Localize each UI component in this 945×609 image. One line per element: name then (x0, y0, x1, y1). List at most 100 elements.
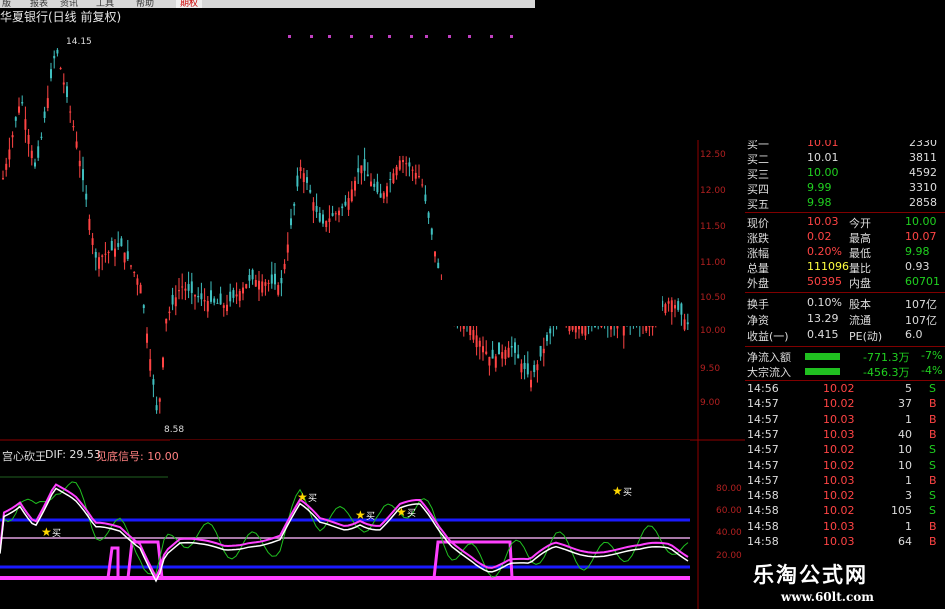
quote-cell: 10.03 (823, 519, 855, 533)
quote-cell: B (929, 412, 937, 426)
quote-cell: 10 (898, 458, 912, 472)
quote-row: 涨幅 0.20% 最低 9.98 (745, 245, 945, 260)
buy-star-icon: ★ (297, 490, 308, 504)
candle-body (616, 326, 619, 329)
candle-body (46, 98, 49, 108)
candle-body (309, 189, 312, 193)
quote-cell: B (929, 473, 937, 487)
candle-body (200, 293, 203, 300)
candle-body (434, 251, 436, 257)
candle-body (514, 342, 516, 353)
candle-body (501, 352, 504, 359)
menu-item[interactable]: 版 (2, 0, 11, 8)
quote-cell: 14:57 (747, 397, 779, 411)
menu-item[interactable]: 帮助 (136, 0, 154, 8)
candle-body (270, 274, 273, 284)
candle-body (62, 82, 65, 85)
tick-row: 14:57 10.03 1 B (745, 413, 945, 428)
menu-item[interactable]: 工具 (96, 0, 114, 8)
redaction-box (170, 440, 690, 476)
watermark: 乐淘公式网 www.60lt.com (745, 557, 945, 609)
candle-body (56, 49, 59, 54)
candle-body (341, 206, 344, 209)
menu-item[interactable]: 报表 (30, 0, 48, 8)
quote-cell: 107亿 (905, 298, 937, 311)
buy-star-icon: ★ (41, 525, 52, 539)
candle-body (594, 325, 596, 327)
tick-row: 14:57 10.02 10 S (745, 443, 945, 458)
quote-cell: 3 (905, 489, 912, 503)
candle-body (680, 303, 683, 315)
menu-item-active[interactable]: 期权 (176, 0, 203, 8)
buy-label: 买 (366, 511, 375, 522)
quote-cell: 最低 (849, 247, 871, 260)
candle-body (670, 300, 673, 312)
candle-body (418, 176, 420, 178)
quote-cell: 60701 (905, 275, 940, 288)
candle-body (152, 379, 155, 385)
menu-bar[interactable]: 版 报表 资讯 工具 帮助 期权 (0, 0, 535, 8)
quote-cell: 量比 (849, 262, 871, 275)
tick-row: 14:58 10.02 3 S (745, 489, 945, 504)
candle-body (312, 202, 315, 211)
candle-body (8, 149, 11, 160)
quote-cell: 10.07 (905, 230, 937, 243)
quote-cell: 0.20% (807, 245, 842, 258)
quote-cell: -7% (921, 349, 943, 362)
candle-body (171, 294, 174, 305)
quote-cell: 净流入额 (747, 351, 791, 364)
buy-label: 买 (407, 508, 416, 519)
candle-body (542, 348, 545, 354)
candle-body (398, 160, 401, 170)
candle-body (610, 326, 612, 330)
candle-body (546, 334, 548, 342)
quote-cell: 10.02 (823, 489, 855, 503)
quote-cell: 内盘 (849, 277, 871, 290)
candle-body (142, 305, 145, 309)
candle-body (331, 213, 334, 216)
signal-dot (288, 35, 291, 38)
candle-body (622, 326, 625, 336)
menu-item[interactable]: 资讯 (60, 0, 78, 8)
stat-row: 换手 0.10% 股本 107亿 (745, 296, 945, 311)
candle-body (578, 325, 580, 330)
quote-cell: B (929, 397, 937, 411)
candle-body (411, 169, 414, 171)
candle-body (370, 181, 372, 186)
candle-body (299, 167, 302, 172)
quote-cell: 14:57 (747, 427, 779, 441)
quote-cell: 2330 (909, 140, 937, 149)
bid-row: 买一 10.01 2330 (745, 140, 945, 151)
candle-body (75, 141, 78, 148)
candle-body (197, 295, 200, 298)
quote-cell: -456.3万 (863, 366, 910, 379)
candle-body (110, 240, 113, 251)
candle-body (517, 354, 520, 359)
quote-cell: 0.415 (807, 328, 839, 341)
candle-body (366, 174, 369, 177)
quote-cell: 10.02 (823, 397, 855, 411)
quote-row: 外盘 50395 内盘 60701 (745, 275, 945, 290)
price-axis-label: 11.00 (700, 258, 726, 268)
flow-row: 大宗流入 -456.3万 -4% (745, 364, 945, 379)
candle-body (581, 326, 584, 334)
candle-body (421, 184, 424, 186)
indicator-dif: DIF: 29.53 (45, 448, 101, 461)
candle-body (424, 194, 427, 202)
candle-body (677, 301, 680, 310)
candle-body (414, 172, 417, 179)
quote-cell: 13.29 (807, 312, 839, 325)
quote-cell: 买五 (747, 198, 769, 211)
quote-cell: 现价 (747, 217, 769, 230)
candle-body (600, 326, 603, 327)
quote-cell: 10.03 (823, 473, 855, 487)
candle-body (382, 192, 385, 199)
candle-body (354, 180, 356, 191)
candle-body (107, 252, 110, 254)
candle-body (229, 291, 232, 302)
quote-cell: 14:57 (747, 458, 779, 472)
indicator-name: 宫心砍王 (2, 450, 46, 463)
quote-cell: S (929, 504, 936, 518)
quote-cell: 37 (898, 397, 912, 411)
candle-body (40, 136, 43, 138)
